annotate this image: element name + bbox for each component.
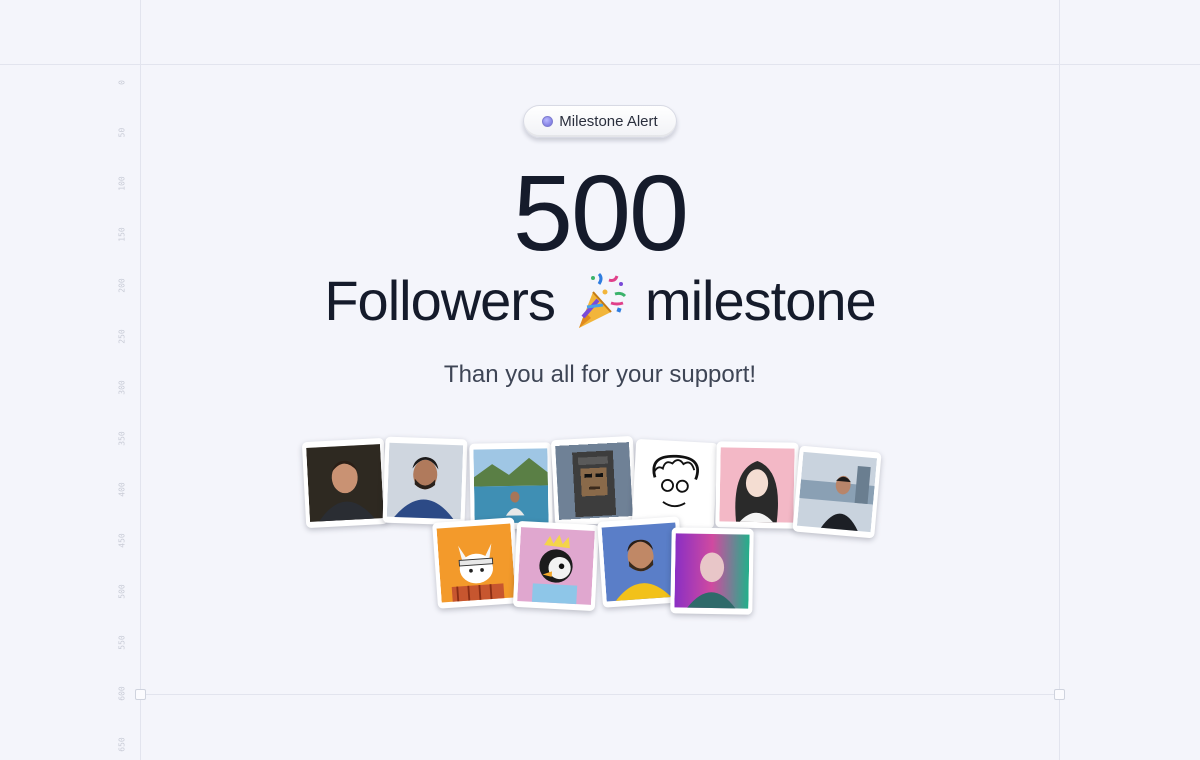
ruler-tick: 650 — [117, 737, 127, 752]
guide-line-bottom — [140, 694, 1059, 695]
avatar-bald-man-neon — [670, 527, 754, 615]
ruler-tick: 400 — [117, 482, 127, 497]
avatar-fox-cartoon — [432, 517, 520, 609]
status-dot-icon — [542, 116, 554, 127]
badge-label: Milestone Alert — [559, 113, 658, 130]
headline-followers: Followers — [324, 269, 556, 332]
headline: Followers milestone — [0, 268, 1200, 334]
avatar-pixel-art-hood — [550, 435, 638, 527]
ruler-tick: 600 — [117, 686, 127, 701]
avatar-man-beard-blue-shirt — [382, 436, 468, 526]
resize-handle-right[interactable] — [1054, 689, 1065, 700]
ruler-tick: 50 — [117, 127, 127, 138]
avatar-illustrated-woman — [715, 441, 799, 529]
headline-milestone: milestone — [644, 269, 877, 332]
avatar-sketch-curly-glasses — [631, 438, 719, 530]
ruler-tick: 550 — [117, 635, 127, 650]
avatar-man-lake — [469, 442, 553, 530]
milestone-badge[interactable]: Milestone Alert — [523, 105, 677, 138]
avatar-man-dark-hair — [301, 437, 389, 529]
subtitle: Than you all for your support! — [443, 361, 757, 388]
ruler-tick: 0 — [117, 80, 127, 85]
avatar-man-city — [792, 445, 882, 539]
ruler-tick: 500 — [117, 584, 127, 599]
resize-handle-left[interactable] — [135, 689, 146, 700]
follower-count: 500 — [512, 152, 689, 273]
ruler-tick: 350 — [117, 431, 127, 446]
avatar-penguin-cartoon — [512, 520, 600, 612]
party-popper-icon — [571, 270, 629, 332]
guide-line-top — [0, 64, 1200, 65]
ruler-tick: 450 — [117, 533, 127, 548]
